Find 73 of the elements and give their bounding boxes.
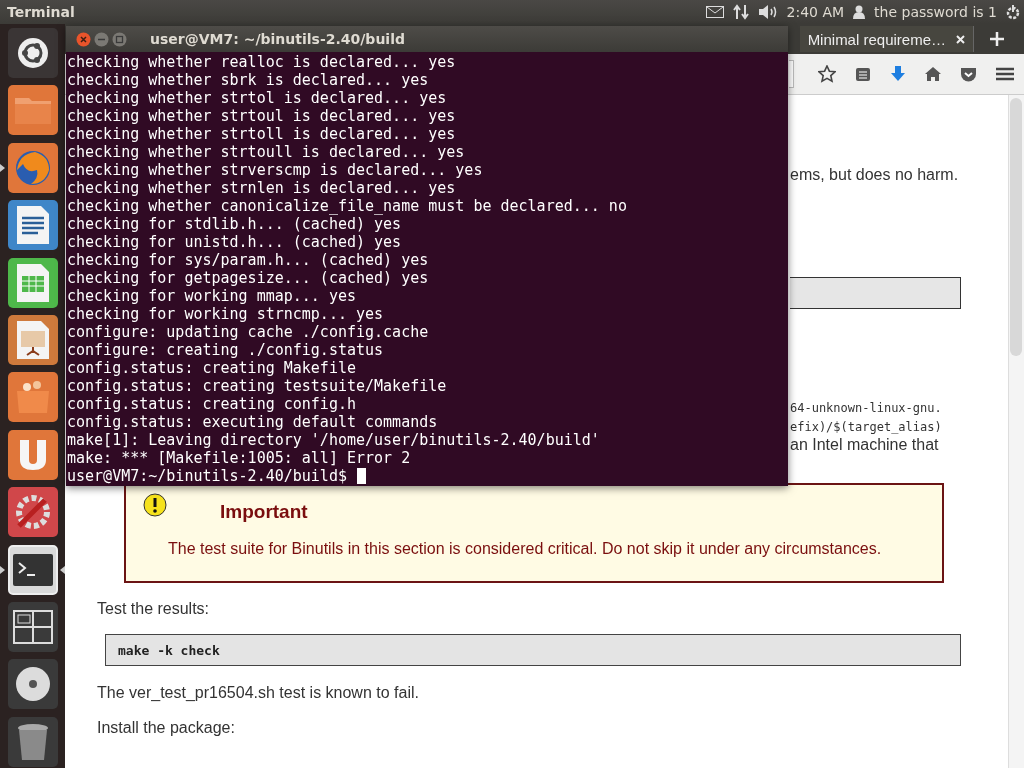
menu-icon[interactable] <box>996 67 1014 81</box>
folder-icon[interactable] <box>7 85 58 136</box>
mail-icon[interactable] <box>705 6 724 18</box>
terminal-line: checking whether realloc is declared... yes <box>67 53 457 71</box>
reading-list-icon[interactable] <box>855 66 871 82</box>
paragraph-text: ems, but does no harm. <box>790 166 960 184</box>
minimize-icon[interactable] <box>94 31 109 47</box>
terminal-line: checking whether canonicalize_file_name must be declared... no <box>67 197 628 215</box>
paragraph-text: Install the package: <box>97 719 236 737</box>
network-arrows-icon[interactable] <box>732 4 749 20</box>
terminal-line: config.status: creating testsuite/Makefile <box>67 377 448 395</box>
spreadsheet-icon[interactable] <box>7 257 58 308</box>
focus-indicator-icon <box>60 565 65 574</box>
terminal-line: make[1]: Leaving directory '/home/user/binutils-2.40/build' <box>67 431 601 449</box>
shopping-bag-icon[interactable] <box>7 372 58 423</box>
terminal-line: checking whether strtoul is declared... yes <box>67 107 457 125</box>
url-field[interactable] <box>789 60 794 88</box>
shell-prompt: user@VM7:~/binutils-2.40/build$ <box>67 467 347 485</box>
terminal-line: configure: updating cache ./config.cache <box>67 323 430 341</box>
close-icon[interactable] <box>76 31 91 47</box>
globe-icon[interactable] <box>7 142 58 193</box>
paragraph-text: an Intel machine that <box>790 436 940 454</box>
code-text: efix)/$(target_alias) <box>790 420 943 434</box>
terminal-line: make: *** [Makefile:1005: all] Error 2 <box>67 449 412 467</box>
bookmark-star-icon[interactable] <box>818 65 836 83</box>
code-text: 64-unknown-linux-gnu. <box>790 401 943 415</box>
notice-title: Important <box>220 501 309 523</box>
paragraph-text: The ver_test_pr16504.sh test is known to fail. <box>97 684 420 702</box>
terminal-line: configure: creating ./config.status <box>67 341 385 359</box>
terminal-line: config.status: executing default commands <box>67 413 439 431</box>
scrollbar[interactable] <box>1008 95 1024 768</box>
terminal-line: checking whether strtol is declared... yes <box>67 89 448 107</box>
warning-icon <box>143 493 167 517</box>
terminal-line: checking for getpagesize... (cached) yes <box>67 269 430 287</box>
terminal-line: checking whether strnlen is declared... yes <box>67 179 457 197</box>
terminal-line: config.status: creating Makefile <box>67 359 357 377</box>
text-cursor <box>356 468 366 484</box>
terminal-line: checking for unistd.h... (cached) yes <box>67 233 403 251</box>
terminal-line: checking for sys/param.h... (cached) yes <box>67 251 430 269</box>
workspaces-icon[interactable] <box>7 601 58 652</box>
close-icon[interactable] <box>956 34 965 44</box>
app-name: Terminal <box>7 4 75 20</box>
terminal-line: checking whether sbrk is declared... yes <box>67 71 430 89</box>
scrollbar-thumb[interactable] <box>1010 98 1022 356</box>
u-letter-tile-icon[interactable] <box>7 429 58 480</box>
terminal-line: config.status: creating config.h <box>67 395 357 413</box>
browser-tab[interactable]: Minimal requireme… <box>799 26 974 52</box>
paragraph-text: Test the results: <box>97 600 211 618</box>
power-gear-icon[interactable] <box>1006 4 1020 20</box>
terminal-line: checking for working mmap... yes <box>67 287 357 305</box>
document-icon[interactable] <box>7 200 58 251</box>
maximize-icon[interactable] <box>112 31 127 47</box>
volume-icon[interactable] <box>757 4 778 20</box>
terminal-line: checking whether strverscmp is declared... yes <box>67 161 484 179</box>
terminal-line: checking whether strtoull is declared... yes <box>67 143 466 161</box>
terminal-line: checking for stdlib.h... (cached) yes <box>67 215 403 233</box>
terminal-line: checking for working strncmp... yes <box>67 305 385 323</box>
home-icon[interactable] <box>925 67 941 81</box>
user-icon[interactable] <box>853 5 866 19</box>
terminal-icon[interactable] <box>7 544 58 595</box>
new-tab-icon[interactable] <box>990 32 1004 46</box>
gear-wrench-icon[interactable] <box>7 487 58 538</box>
user-name[interactable]: the password is 1 <box>874 4 997 20</box>
terminal-line: checking whether strtoll is declared... yes <box>67 125 457 143</box>
download-arrow-icon[interactable] <box>890 66 906 82</box>
ubuntu-logo-icon[interactable] <box>7 28 58 78</box>
presentation-icon[interactable] <box>7 314 58 365</box>
trash-icon[interactable] <box>7 716 58 767</box>
pocket-icon[interactable] <box>960 66 977 82</box>
notice-text: The test suite for Binutils in this section is considered critical. Do not skip it under any circumstances. <box>168 540 882 558</box>
command-text: make -k check <box>118 642 220 658</box>
window-title: user@VM7: ~/binutils-2.40/build <box>150 31 405 47</box>
clock[interactable]: 2:40 AM <box>786 4 845 20</box>
